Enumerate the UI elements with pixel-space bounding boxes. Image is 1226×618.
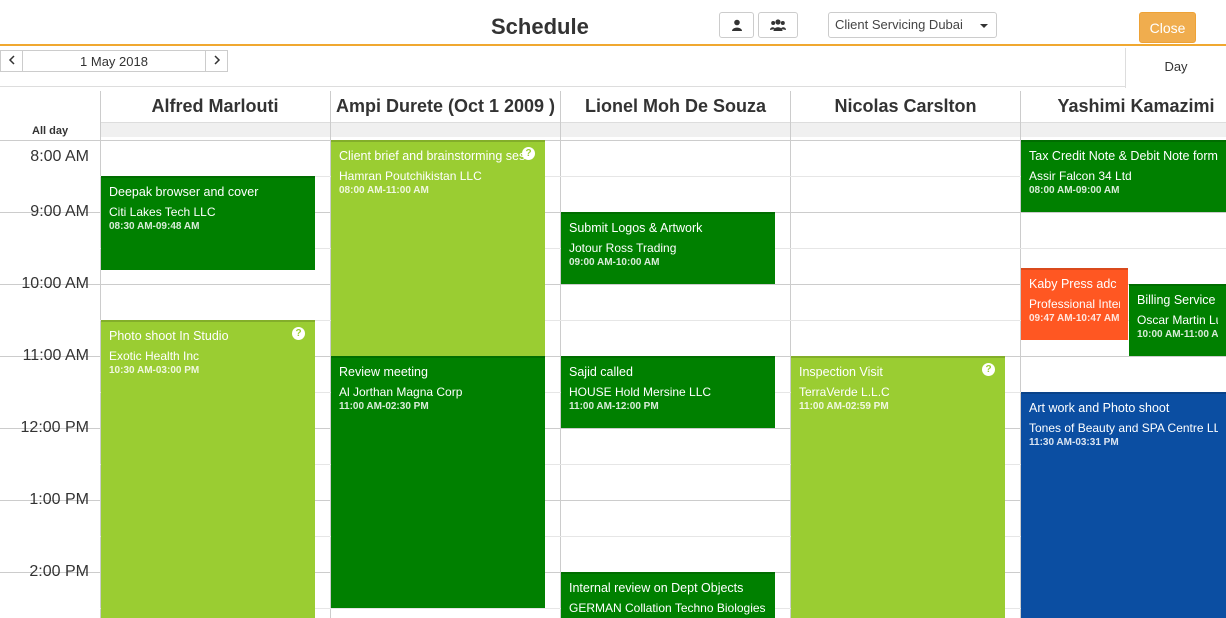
close-button[interactable]: Close	[1139, 12, 1196, 43]
event-time: 11:30 AM-03:31 PM	[1029, 437, 1119, 448]
event-time: 11:00 AM-12:00 PM	[569, 401, 659, 412]
event-client: Citi Lakes Tech LLC	[109, 205, 216, 219]
department-select[interactable]: Client Servicing Dubai	[828, 12, 997, 38]
event-title: Art work and Photo shoot	[1029, 401, 1170, 415]
event-title: Review meeting	[339, 365, 428, 379]
event-client: TerraVerde L.L.C	[799, 385, 890, 399]
event-block[interactable]: Kaby Press adc Professional Inter 09:47 …	[1021, 268, 1128, 340]
all-day-cell[interactable]	[561, 122, 790, 137]
single-user-view-button[interactable]	[719, 12, 754, 38]
help-icon[interactable]: ?	[982, 363, 995, 376]
event-time: 08:00 AM-11:00 AM	[339, 185, 429, 196]
chevron-right-icon	[213, 52, 221, 70]
date-toolbar: 1 May 2018 Day	[0, 48, 1226, 88]
event-block[interactable]: Client brief and brainstorming ses Hamra…	[331, 140, 545, 356]
all-day-cell[interactable]	[791, 122, 1020, 137]
event-title: Photo shoot In Studio	[109, 329, 229, 343]
event-client: Al Jorthan Magna Corp	[339, 385, 463, 399]
time-label: 8:00 AM	[30, 148, 89, 165]
event-time: 11:00 AM-02:59 PM	[799, 401, 889, 412]
resource-header: Alfred Marlouti	[151, 96, 279, 116]
resource-header: Ampi Durete (Oct 1 2009 )	[335, 96, 556, 116]
next-day-button[interactable]	[205, 50, 228, 72]
event-title: Inspection Visit	[799, 365, 883, 379]
event-client: Tones of Beauty and SPA Centre LLC	[1029, 421, 1218, 435]
event-block[interactable]: Art work and Photo shoot Tones of Beauty…	[1021, 392, 1226, 618]
event-client: Assir Falcon 34 Ltd	[1029, 169, 1132, 183]
time-label: 2:00 PM	[29, 563, 89, 580]
event-time: 09:00 AM-10:00 AM	[569, 257, 660, 268]
resource-header: Lionel Moh De Souza	[584, 96, 766, 116]
resource-header: Nicolas Carslton	[834, 96, 977, 116]
event-title: Kaby Press adc	[1029, 277, 1117, 291]
resource-header: Yashimi Kamazimi	[1057, 96, 1215, 116]
event-client: Jotour Ross Trading	[569, 241, 677, 255]
event-time: 08:00 AM-09:00 AM	[1029, 185, 1120, 196]
event-title: Tax Credit Note & Debit Note form	[1029, 149, 1218, 163]
time-label: 9:00 AM	[30, 203, 89, 220]
event-block[interactable]: Submit Logos & Artwork Jotour Ross Tradi…	[561, 212, 775, 284]
time-label: 10:00 AM	[21, 275, 89, 292]
event-client: Exotic Health Inc	[109, 349, 200, 363]
users-icon	[770, 19, 786, 31]
date-display[interactable]: 1 May 2018	[23, 50, 205, 72]
event-client: HOUSE Hold Mersine LLC	[569, 385, 712, 399]
toolbar-divider	[0, 86, 1125, 87]
department-select-value: Client Servicing Dubai	[835, 17, 963, 32]
event-block[interactable]: Deepak browser and cover Citi Lakes Tech…	[101, 176, 315, 270]
event-time: 10:00 AM-11:00 AM	[1137, 329, 1218, 340]
event-title: Deepak browser and cover	[109, 185, 259, 199]
event-client: Oscar Martin Lut	[1137, 313, 1218, 327]
page-title: Schedule	[491, 14, 589, 39]
time-label: 11:00 AM	[22, 347, 89, 364]
event-title: Sajid called	[569, 365, 633, 379]
all-day-cell[interactable]	[100, 122, 330, 137]
event-block[interactable]: Tax Credit Note & Debit Note form Assir …	[1021, 140, 1226, 212]
event-time: 09:47 AM-10:47 AM	[1029, 313, 1120, 324]
app-header: Schedule Client Servicing Dubai Close	[0, 0, 1226, 46]
column-divider	[560, 91, 561, 618]
event-block[interactable]: Review meeting Al Jorthan Magna Corp 11:…	[331, 356, 545, 608]
user-icon	[731, 19, 743, 31]
all-day-cell[interactable]	[1021, 122, 1226, 137]
event-title: Submit Logos & Artwork	[569, 221, 703, 235]
all-day-label: All day	[32, 125, 69, 137]
event-block[interactable]: Billing Service r Oscar Martin Lut 10:00…	[1129, 284, 1226, 356]
prev-day-button[interactable]	[0, 50, 23, 72]
chevron-left-icon	[8, 52, 16, 70]
event-block[interactable]: Photo shoot In Studio Exotic Health Inc …	[101, 320, 315, 618]
event-client: Hamran Poutchikistan LLC	[339, 169, 482, 183]
event-title: Internal review on Dept Objects	[569, 581, 744, 595]
help-icon[interactable]: ?	[292, 327, 305, 340]
event-time: 08:30 AM-09:48 AM	[109, 221, 200, 232]
event-client: GERMAN Collation Techno Biologies	[569, 601, 766, 615]
all-day-cell[interactable]	[331, 122, 560, 137]
caret-down-icon	[980, 24, 988, 28]
event-title: Billing Service r	[1137, 293, 1218, 307]
group-view-button[interactable]	[758, 12, 798, 38]
event-title: Client brief and brainstorming ses	[339, 149, 526, 163]
event-time: 10:30 AM-03:00 PM	[109, 365, 200, 376]
time-label: 12:00 PM	[20, 419, 89, 436]
event-client: Professional Inter	[1029, 297, 1120, 311]
help-icon[interactable]: ?	[522, 147, 535, 160]
event-block[interactable]: Internal review on Dept Objects GERMAN C…	[561, 572, 775, 618]
tab-day-view[interactable]: Day	[1125, 48, 1226, 88]
time-label: 1:00 PM	[29, 491, 89, 508]
event-time: 11:00 AM-02:30 PM	[339, 401, 429, 412]
event-block[interactable]: Inspection Visit TerraVerde L.L.C 11:00 …	[791, 356, 1005, 618]
event-block[interactable]: Sajid called HOUSE Hold Mersine LLC 11:0…	[561, 356, 775, 428]
